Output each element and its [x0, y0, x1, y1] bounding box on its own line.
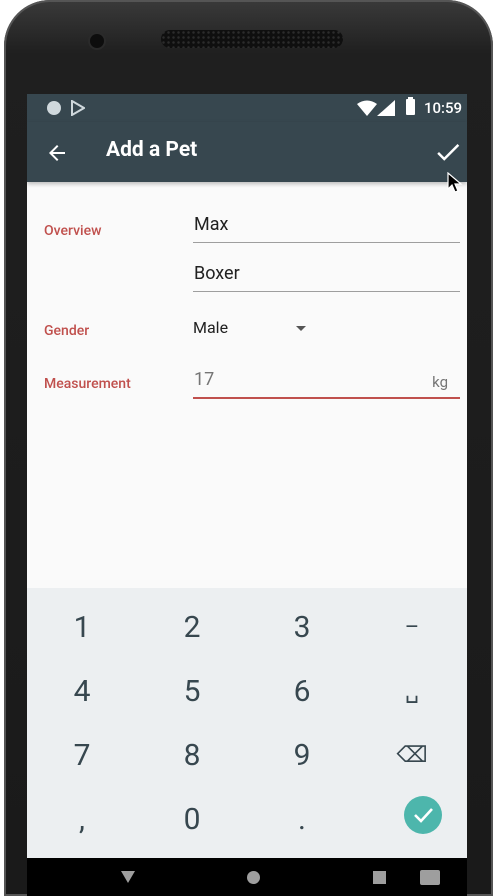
- key-6[interactable]: 6: [247, 660, 357, 724]
- camera-lens: [90, 34, 104, 48]
- numeric-keyboard: 1 2 3 – 4 5 6 ␣ 7 8 9 ⌫ , 0 .: [27, 588, 467, 858]
- key-8[interactable]: 8: [137, 724, 247, 788]
- system-navigation-bar: [27, 858, 467, 896]
- gender-value: Male: [193, 318, 229, 337]
- nav-back-icon[interactable]: [121, 871, 135, 883]
- device-screen: 10:59 Add a Pet Overview Max Boxer Gende…: [27, 94, 467, 896]
- status-bar: 10:59: [27, 94, 467, 122]
- pet-name-value: Max: [194, 214, 229, 235]
- notification-icon: [47, 101, 61, 115]
- device-frame: 10:59 Add a Pet Overview Max Boxer Gende…: [4, 0, 493, 896]
- key-comma[interactable]: ,: [27, 788, 137, 852]
- checkmark-icon: [414, 808, 433, 823]
- key-1[interactable]: 1: [27, 596, 137, 660]
- pet-name-field[interactable]: Max: [193, 212, 460, 243]
- earpiece-speaker: [161, 30, 343, 48]
- battery-icon: [406, 97, 415, 115]
- weight-value: 17: [194, 369, 215, 390]
- keyboard-done-button[interactable]: [404, 796, 442, 834]
- gender-label: Gender: [44, 323, 90, 339]
- key-minus[interactable]: –: [357, 596, 467, 660]
- gender-dropdown[interactable]: Male: [193, 318, 323, 342]
- overview-label: Overview: [44, 223, 102, 239]
- mouse-cursor-icon: [447, 172, 463, 193]
- nav-home-icon[interactable]: [247, 871, 260, 884]
- pet-breed-field[interactable]: Boxer: [193, 261, 460, 292]
- pet-breed-value: Boxer: [194, 263, 240, 284]
- key-7[interactable]: 7: [27, 724, 137, 788]
- key-3[interactable]: 3: [247, 596, 357, 660]
- page-title: Add a Pet: [106, 138, 198, 162]
- key-space[interactable]: ␣: [357, 660, 467, 724]
- key-backspace[interactable]: ⌫: [357, 724, 467, 788]
- key-4[interactable]: 4: [27, 660, 137, 724]
- key-period[interactable]: .: [247, 788, 357, 852]
- key-2[interactable]: 2: [137, 596, 247, 660]
- weight-unit: kg: [432, 373, 448, 391]
- checkmark-save-icon[interactable]: [433, 137, 463, 167]
- back-arrow-icon[interactable]: [45, 141, 69, 165]
- wifi-icon: [357, 100, 377, 116]
- clock: 10:59: [424, 99, 463, 117]
- key-0[interactable]: 0: [137, 788, 247, 852]
- key-9[interactable]: 9: [247, 724, 357, 788]
- app-toolbar: Add a Pet: [27, 122, 467, 182]
- nav-recents-icon[interactable]: [373, 871, 386, 884]
- keyboard-switch-icon[interactable]: [420, 870, 440, 885]
- signal-icon: [377, 100, 395, 116]
- weight-field[interactable]: 17 kg: [193, 367, 460, 399]
- dropdown-arrow-icon: [296, 326, 306, 331]
- key-5[interactable]: 5: [137, 660, 247, 724]
- measurement-label: Measurement: [44, 376, 131, 392]
- play-store-icon: [71, 100, 85, 116]
